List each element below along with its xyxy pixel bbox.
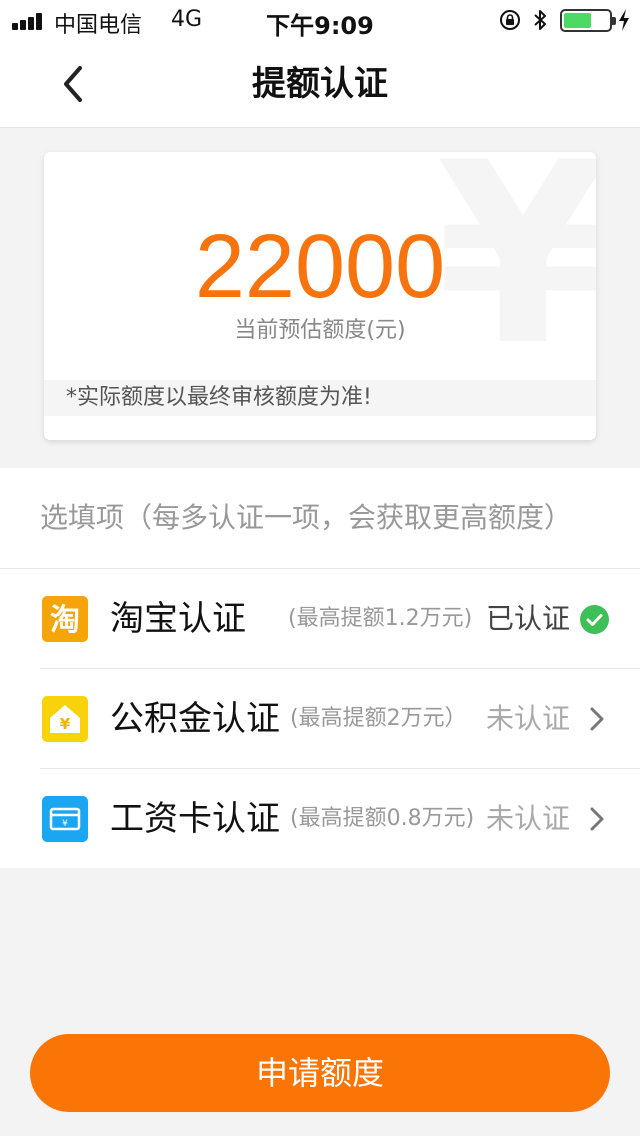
apply-limit-button[interactable]: 申请额度 [30, 1034, 610, 1112]
options-header: 选填项（每多认证一项，会获取更高额度） [40, 501, 573, 534]
chevron-left-icon[interactable] [52, 62, 96, 106]
options-section: 选填项（每多认证一项，会获取更高额度） 淘 淘宝认证 (最高提额1.2万元) 已… [0, 468, 640, 868]
option-hint: (最高提额0.8万元) [290, 806, 475, 831]
battery-icon [560, 9, 616, 32]
option-title: 工资卡认证 [110, 799, 280, 839]
amount-note: *实际额度以最终审核额度为准! [44, 380, 596, 416]
rotation-lock-icon [500, 10, 520, 30]
option-title: 公积金认证 [110, 699, 280, 739]
house-fund-icon: ¥ [42, 696, 88, 742]
charging-icon [619, 9, 629, 31]
house-fund-icon-glyph: ¥ [60, 715, 71, 733]
taobao-icon: 淘 [42, 596, 88, 642]
battery-level [564, 13, 592, 28]
chevron-right-icon [590, 707, 604, 731]
amount-card: ¥ 22000 当前预估额度(元) *实际额度以最终审核额度为准! [44, 152, 596, 440]
taobao-icon-glyph: 淘 [50, 603, 80, 638]
estimated-amount: 22000 [194, 217, 446, 317]
option-status: 未认证 [486, 802, 571, 835]
option-status: 已认证 [486, 602, 571, 635]
option-hint: (最高提额2万元） [290, 706, 467, 731]
option-salary-card[interactable]: ¥ 工资卡认证 (最高提额0.8万元) 未认证 [0, 769, 640, 869]
option-house-fund[interactable]: ¥ 公积金认证 (最高提额2万元） 未认证 [0, 669, 640, 769]
option-title: 淘宝认证 [110, 599, 246, 639]
bluetooth-icon [534, 10, 546, 30]
nav-bar: 提额认证 [0, 40, 640, 128]
option-status: 未认证 [486, 702, 571, 735]
option-hint: (最高提额1.2万元) [288, 606, 473, 631]
status-bar: 中国电信 4G 下午9:09 [0, 0, 640, 40]
salary-card-icon: ¥ [42, 796, 88, 842]
salary-card-icon-glyph: ¥ [62, 819, 68, 829]
check-circle-icon [580, 605, 609, 634]
page-title: 提额认证 [252, 64, 388, 104]
amount-caption: 当前预估额度(元) [234, 318, 406, 343]
chevron-right-icon [590, 807, 604, 831]
option-taobao[interactable]: 淘 淘宝认证 (最高提额1.2万元) 已认证 [0, 569, 640, 669]
